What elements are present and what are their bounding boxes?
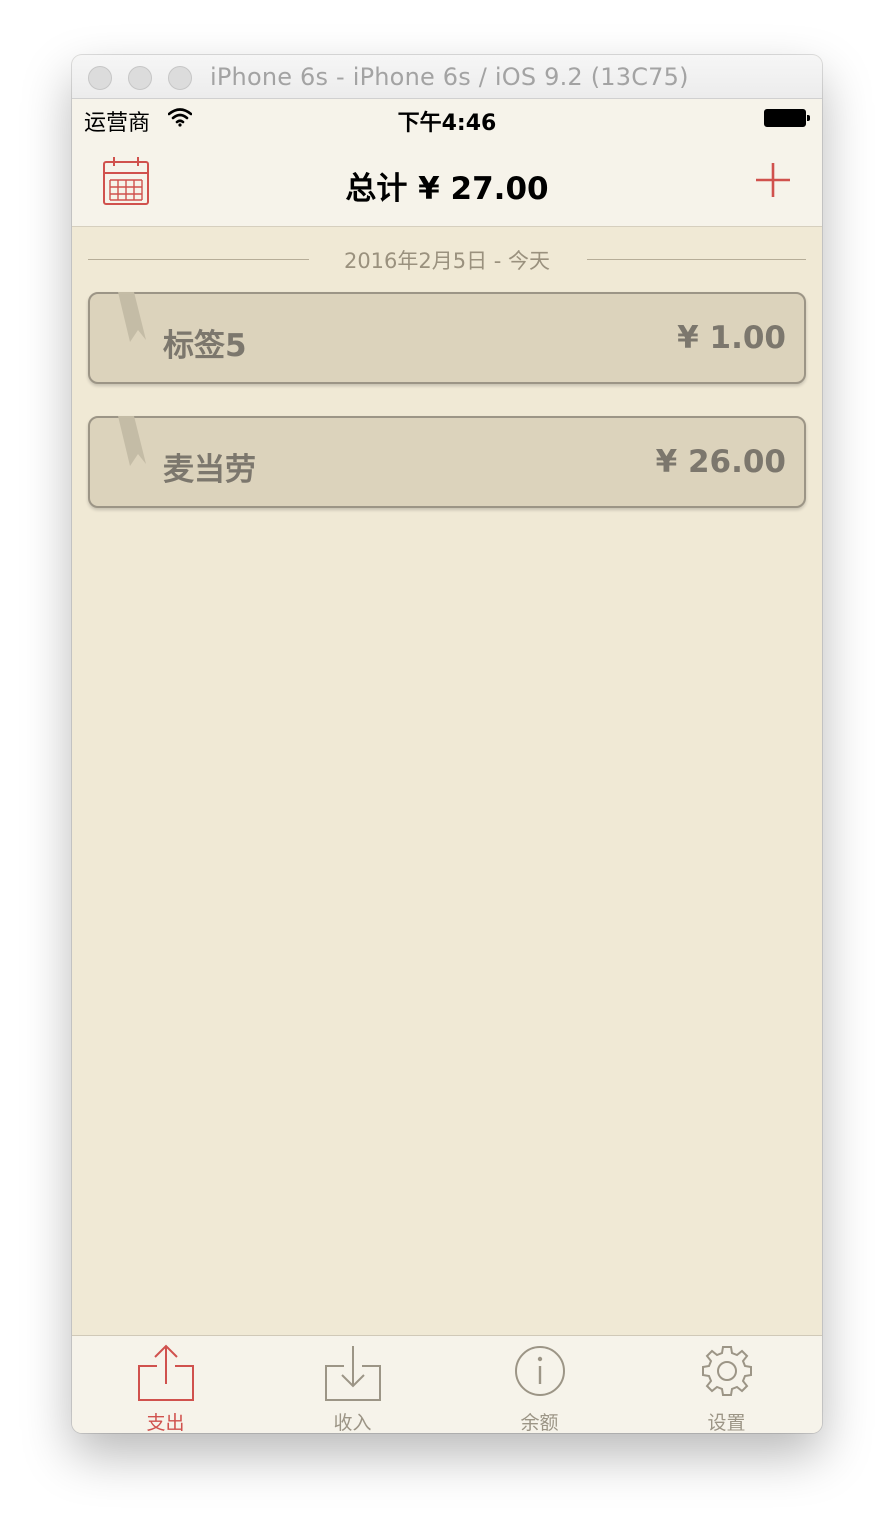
tab-settings[interactable]: 设置: [633, 1336, 820, 1433]
battery-icon: [764, 109, 810, 127]
status-bar: 运营商 下午4:46: [72, 99, 822, 139]
tab-balance[interactable]: 余额: [446, 1336, 633, 1433]
simulator-window: iPhone 6s - iPhone 6s / iOS 9.2 (13C75) …: [72, 55, 822, 1433]
date-label: 2016年2月5日 - 今天: [343, 249, 551, 273]
bookmark-icon: [118, 292, 146, 342]
tab-expense[interactable]: 支出: [72, 1336, 259, 1433]
tab-label: 余额: [520, 1412, 559, 1433]
expense-name: 标签5: [163, 328, 247, 364]
expense-amount: ¥ 1.00: [677, 320, 786, 356]
tab-income[interactable]: 收入: [259, 1336, 446, 1433]
date-section-header: 2016年2月5日 - 今天: [88, 245, 806, 275]
import-icon: [324, 1346, 381, 1401]
tab-bar: 支出 收入 余额 设置: [72, 1335, 822, 1433]
total-title: 总计 ¥ 27.00: [345, 171, 549, 207]
expense-row[interactable]: 麦当劳 ¥ 26.00: [88, 416, 806, 508]
tab-label: 收入: [333, 1412, 372, 1433]
window-title: iPhone 6s - iPhone 6s / iOS 9.2 (13C75): [210, 63, 689, 91]
export-icon: [137, 1344, 194, 1401]
close-window-button[interactable]: [88, 66, 112, 90]
status-time: 下午4:46: [397, 111, 497, 136]
info-icon: [514, 1346, 565, 1396]
window-titlebar: iPhone 6s - iPhone 6s / iOS 9.2 (13C75): [72, 55, 822, 99]
divider: [587, 259, 806, 260]
bookmark-icon: [118, 416, 146, 466]
phone-screen: 运营商 下午4:46 总计 ¥ 27.00 2016年2月5日 - 今天 标签5…: [72, 99, 822, 1433]
minimize-window-button[interactable]: [128, 66, 152, 90]
expense-row[interactable]: 标签5 ¥ 1.00: [88, 292, 806, 384]
zoom-window-button[interactable]: [168, 66, 192, 90]
expense-amount: ¥ 26.00: [655, 444, 786, 480]
plus-icon[interactable]: [754, 161, 792, 199]
tab-label: 支出: [146, 1412, 185, 1433]
expense-name: 麦当劳: [163, 452, 256, 488]
tab-label: 设置: [707, 1412, 746, 1433]
gear-icon: [701, 1346, 752, 1396]
navigation-bar: 总计 ¥ 27.00: [72, 139, 822, 227]
